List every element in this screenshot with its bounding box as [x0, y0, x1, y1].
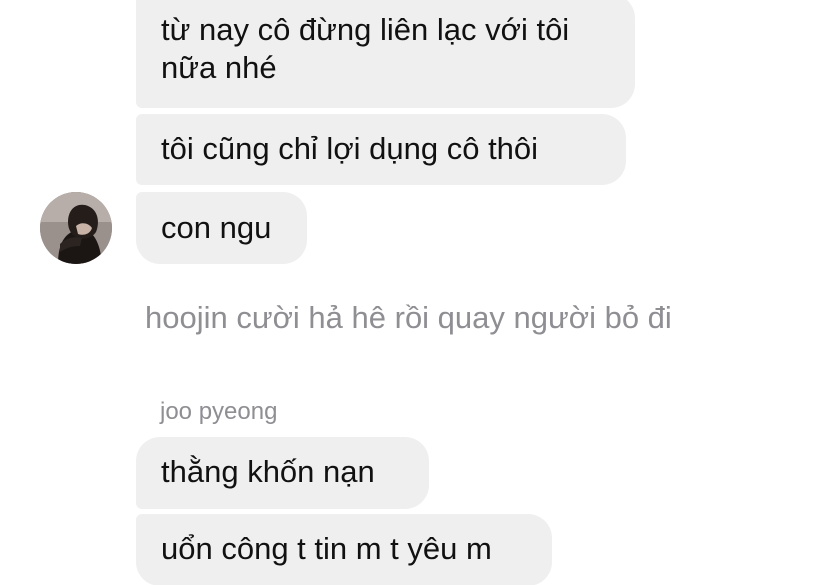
sender-name: joo pyeong: [160, 398, 278, 425]
message-bubble[interactable]: uổn công t tin m t yêu m: [136, 514, 552, 585]
chat-thread: từ nay cô đừng liên lạc với tôi nữa nhé …: [0, 0, 828, 585]
message-bubble[interactable]: con ngu: [136, 192, 307, 264]
message-text: tôi cũng chỉ lợi dụng cô thôi: [161, 131, 539, 166]
avatar-photo-icon: [40, 192, 112, 264]
message-text: con ngu: [161, 210, 272, 245]
message-bubble[interactable]: từ nay cô đừng liên lạc với tôi nữa nhé: [136, 0, 635, 108]
narration-text: hoojin cười hả hê rồi quay người bỏ đi: [145, 300, 672, 335]
sender-avatar[interactable]: [40, 192, 112, 264]
message-text: từ nay cô đừng liên lạc với tôi nữa nhé: [161, 12, 570, 85]
message-bubble[interactable]: thằng khốn nạn: [136, 437, 429, 509]
message-bubble[interactable]: tôi cũng chỉ lợi dụng cô thôi: [136, 114, 626, 185]
message-text: thằng khốn nạn: [161, 454, 375, 489]
message-text: uổn công t tin m t yêu m: [161, 531, 492, 566]
